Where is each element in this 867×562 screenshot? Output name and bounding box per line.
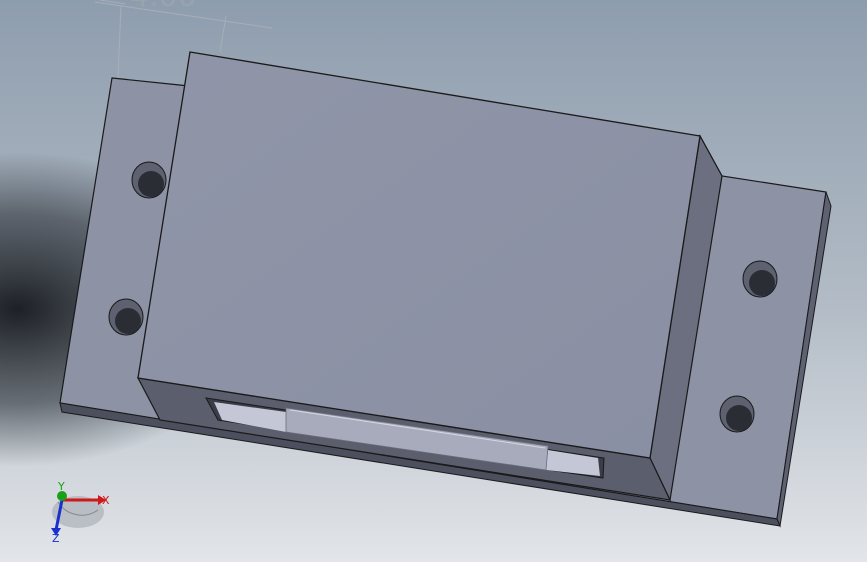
mounting-hole-2[interactable]	[108, 298, 144, 336]
graphics-viewport[interactable]: 4.00	[0, 0, 867, 562]
mounting-hole-4[interactable]	[719, 395, 755, 433]
dimension-value: 4.00	[130, 0, 197, 14]
z-axis-label: Z	[52, 532, 60, 545]
mounting-hole-3[interactable]	[742, 260, 778, 298]
y-axis-label: Y	[57, 480, 65, 493]
x-axis-label: X	[102, 494, 110, 507]
mounting-hole-1[interactable]	[131, 161, 167, 199]
model-scene[interactable]: 4.00	[0, 0, 867, 562]
